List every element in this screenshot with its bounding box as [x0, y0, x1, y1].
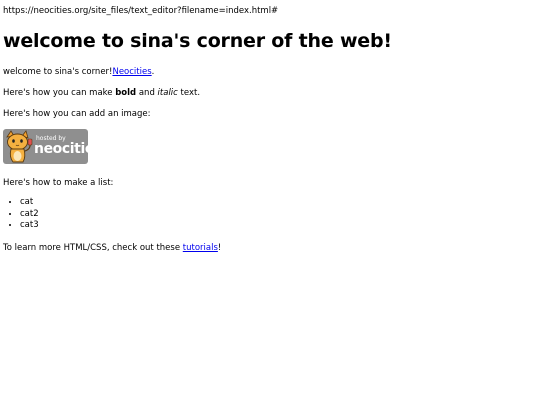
formatting-prefix: Here's how you can make	[3, 88, 116, 98]
page: https://neocities.org/site_files/text_ed…	[0, 0, 540, 405]
cat-list: cat cat2 cat3	[3, 197, 39, 232]
neocities-link[interactable]: Neocities	[112, 67, 151, 77]
italic-text: italic	[157, 88, 178, 98]
bold-text: bold	[115, 88, 137, 98]
formatting-paragraph: Here's how you can make bold and italic …	[3, 88, 200, 98]
neocities-badge-image[interactable]: hosted by neocities	[3, 129, 88, 164]
image-intro: Here's how you can add an image:	[3, 109, 151, 119]
intro-paragraph: welcome to sina's corner!Neocities.	[3, 67, 154, 77]
formatting-middle: and	[136, 88, 158, 98]
list-item: cat3	[20, 220, 39, 232]
outro-prefix: To learn more HTML/CSS, check out these	[3, 243, 183, 253]
badge-big-text: neocities	[34, 141, 88, 157]
intro-suffix: .	[151, 67, 155, 77]
list-item: cat	[20, 197, 39, 209]
page-title: welcome to sina's corner of the web!	[3, 30, 392, 52]
url-text: https://neocities.org/site_files/text_ed…	[3, 6, 279, 16]
outro-suffix: !	[217, 243, 222, 253]
list-intro: Here's how to make a list:	[3, 178, 114, 188]
intro-text: welcome to sina's corner!	[3, 67, 113, 77]
formatting-suffix: text.	[177, 88, 201, 98]
list-item: cat2	[20, 209, 39, 221]
tutorials-link[interactable]: tutorials	[183, 243, 218, 253]
outro-paragraph: To learn more HTML/CSS, check out these …	[3, 243, 221, 253]
